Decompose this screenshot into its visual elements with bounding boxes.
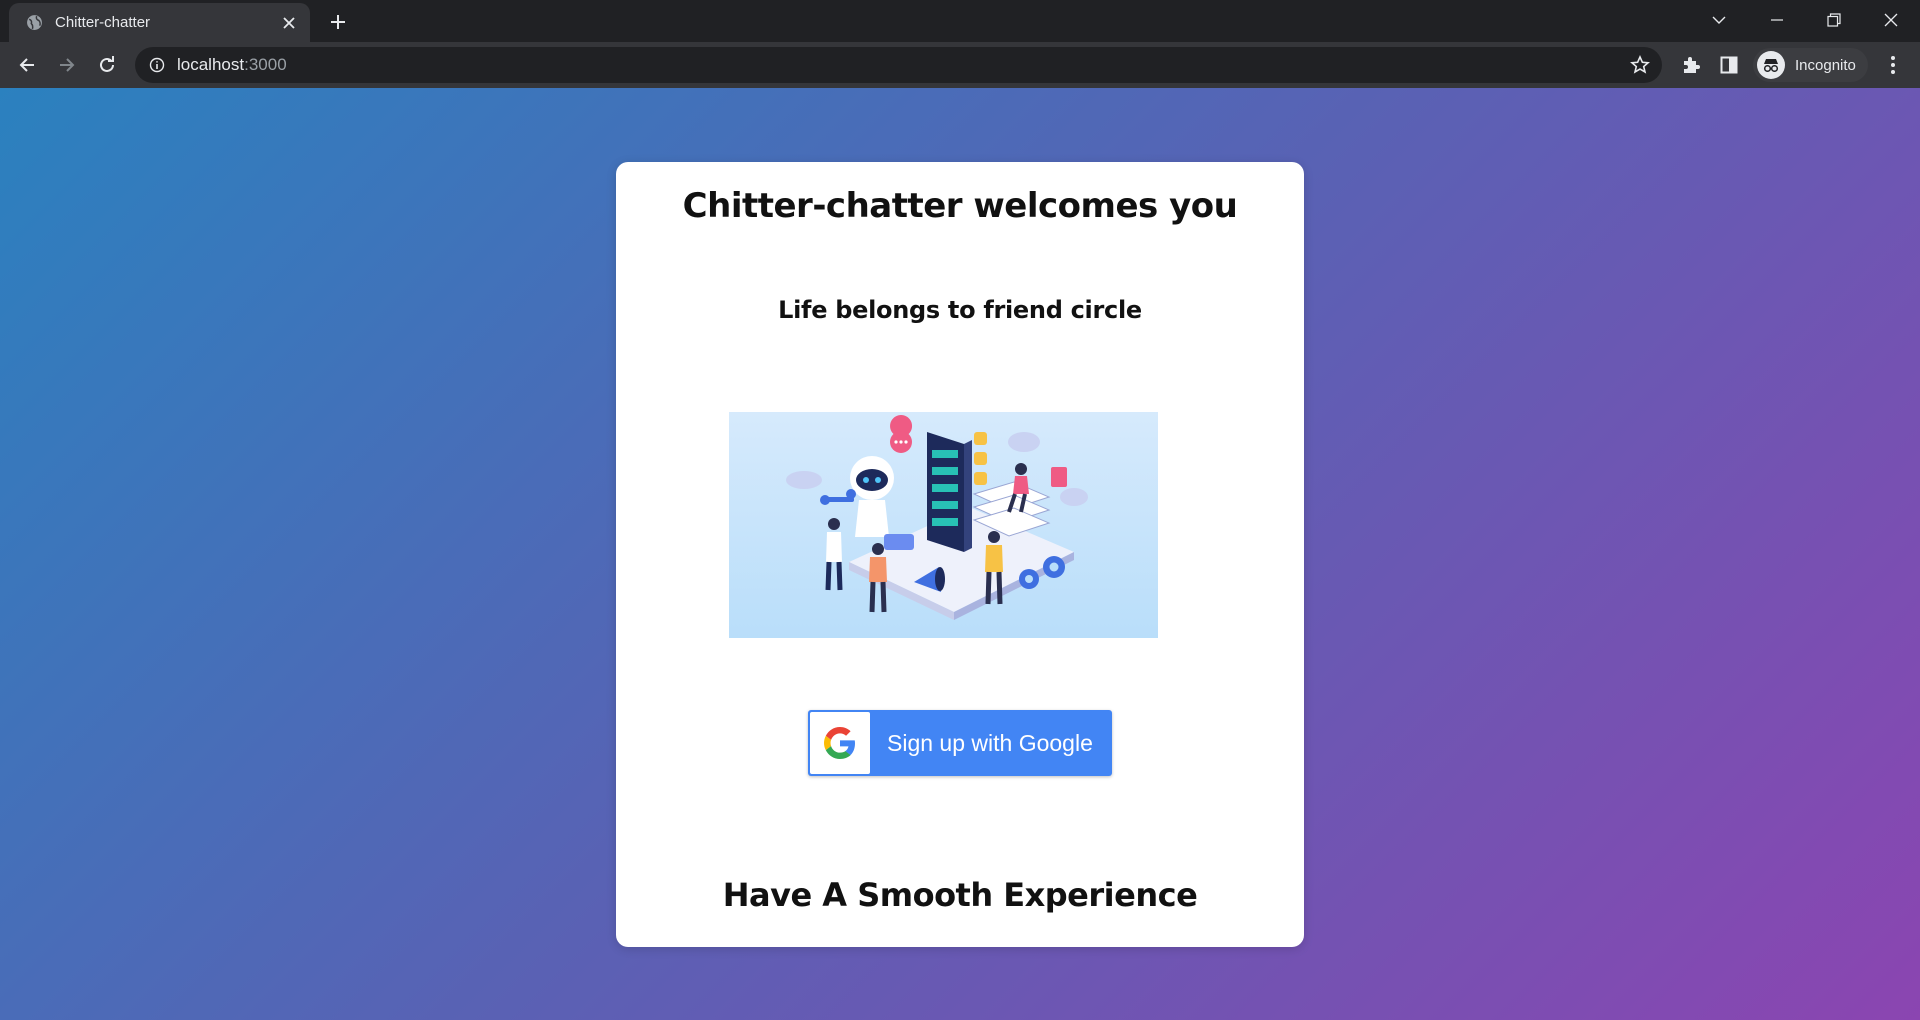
google-signup-label: Sign up with Google bbox=[887, 729, 1093, 756]
footer-tagline: Have A Smooth Experience bbox=[722, 876, 1198, 914]
url-host: localhost bbox=[177, 55, 245, 74]
welcome-card: Chitter-chatter welcomes you Life belong… bbox=[616, 162, 1304, 947]
bookmark-star-icon[interactable] bbox=[1628, 53, 1652, 77]
arrow-left-icon bbox=[19, 58, 34, 72]
extensions-button[interactable] bbox=[1675, 49, 1707, 81]
plus-icon bbox=[331, 15, 345, 29]
restore-icon bbox=[1827, 13, 1841, 27]
reload-icon bbox=[100, 56, 114, 72]
kebab-menu-icon bbox=[1891, 56, 1895, 74]
address-bar[interactable]: localhost:3000 bbox=[135, 47, 1662, 83]
google-icon bbox=[810, 712, 870, 774]
tab-search-button[interactable] bbox=[1690, 0, 1748, 40]
globe-icon bbox=[27, 15, 42, 30]
page-title: Chitter-chatter welcomes you bbox=[682, 186, 1238, 226]
browser-tab[interactable]: Chitter-chatter bbox=[9, 3, 310, 42]
browser-toolbar: localhost:3000 Incognito bbox=[0, 42, 1920, 88]
close-window-button[interactable] bbox=[1862, 0, 1920, 40]
minimize-button[interactable] bbox=[1748, 0, 1806, 40]
side-panel-button[interactable] bbox=[1713, 49, 1745, 81]
chevron-down-icon bbox=[1712, 16, 1726, 24]
close-icon bbox=[1884, 13, 1898, 27]
tab-close-icon[interactable] bbox=[279, 13, 299, 33]
menu-button[interactable] bbox=[1877, 49, 1909, 81]
tab-strip: Chitter-chatter bbox=[0, 0, 1920, 42]
reload-button[interactable] bbox=[91, 49, 123, 81]
url-port: :3000 bbox=[244, 55, 287, 74]
puzzle-icon bbox=[1684, 57, 1700, 73]
restore-button[interactable] bbox=[1805, 0, 1863, 40]
google-signup-button[interactable]: Sign up with Google bbox=[808, 710, 1112, 776]
incognito-icon bbox=[1757, 51, 1785, 79]
tab-title: Chitter-chatter bbox=[55, 14, 151, 31]
new-tab-button[interactable] bbox=[325, 9, 351, 35]
tagline: Life belongs to friend circle bbox=[778, 296, 1142, 324]
profile-chip[interactable]: Incognito bbox=[1753, 48, 1868, 82]
side-panel-icon bbox=[1720, 56, 1738, 74]
page-viewport: Chitter-chatter welcomes you Life belong… bbox=[0, 88, 1920, 1020]
minimize-icon bbox=[1771, 19, 1783, 21]
arrow-right-icon bbox=[60, 58, 75, 72]
forward-button[interactable] bbox=[51, 49, 83, 81]
url-text: localhost:3000 bbox=[177, 55, 287, 75]
back-button[interactable] bbox=[11, 49, 43, 81]
profile-label: Incognito bbox=[1795, 56, 1856, 74]
info-icon[interactable] bbox=[149, 57, 165, 73]
chatbot-illustration bbox=[729, 412, 1158, 638]
